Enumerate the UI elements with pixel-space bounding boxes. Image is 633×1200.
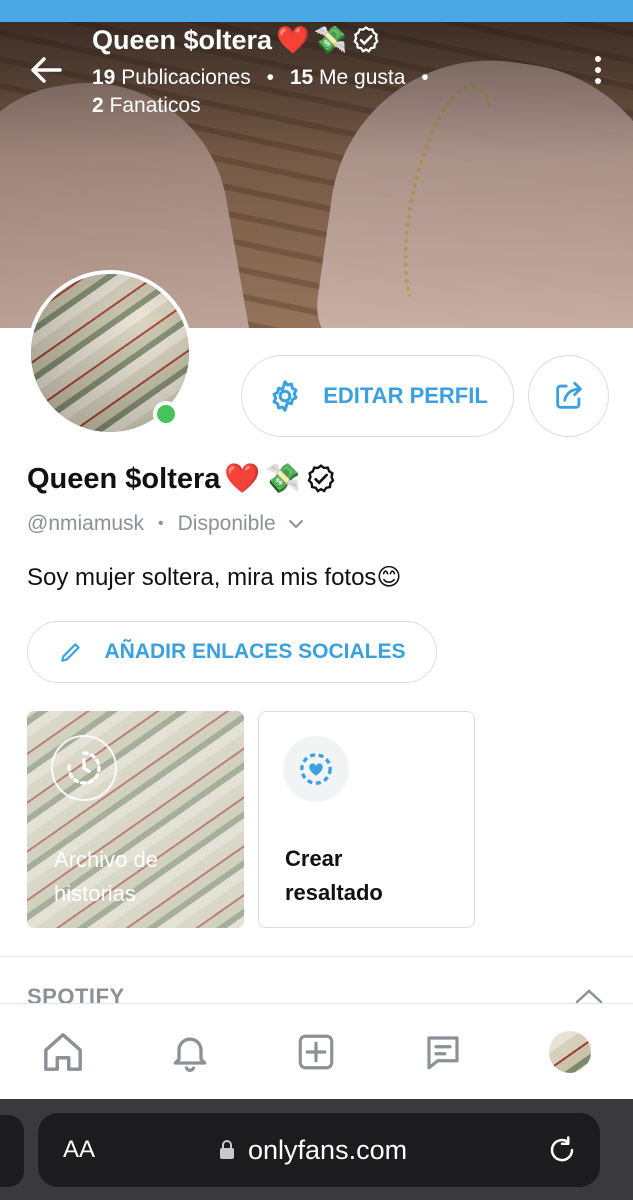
more-dots-icon — [595, 56, 601, 62]
pencil-icon — [61, 643, 81, 662]
highlight-heart-icon — [283, 736, 349, 802]
chevron-down-icon — [288, 520, 303, 529]
edit-profile-label: EDITAR PERFIL — [323, 383, 488, 408]
verified-badge-icon — [353, 26, 379, 53]
edit-profile-button[interactable]: EDITAR PERFIL — [241, 355, 514, 437]
header-name-text: Queen $oltera — [92, 24, 273, 55]
money-wings-emoji-icon: 💸 — [264, 463, 301, 495]
bio-text: Soy mujer soltera, mira mis fotos 😊 — [27, 563, 401, 592]
create-highlight-line2: resaltado — [285, 880, 383, 905]
bio-content: Soy mujer soltera, mira mis fotos — [27, 563, 377, 591]
url-text: onlyfans.com — [248, 1134, 408, 1165]
separator-dot: • — [266, 66, 274, 89]
section-divider — [0, 956, 633, 957]
create-highlight-label: Crear resaltado — [285, 842, 383, 910]
username-handle: @nmiamusk — [27, 512, 145, 535]
back-button[interactable] — [24, 52, 68, 88]
nav-add-post[interactable] — [284, 1020, 348, 1084]
header-name: Queen $oltera ❤️ 💸 — [92, 24, 439, 56]
browser-address-bar: AA onlyfans.com — [0, 1099, 633, 1200]
likes-label: Me gusta — [319, 66, 406, 89]
top-accent-strip — [0, 0, 633, 22]
availability-status: Disponible — [177, 512, 276, 535]
separator-dot: • — [421, 66, 429, 89]
text-size-button[interactable]: AA — [63, 1136, 95, 1164]
money-wings-emoji-icon: 💸 — [313, 25, 348, 55]
url-display[interactable]: onlyfans.com — [218, 1135, 407, 1166]
separator-dot: • — [158, 515, 164, 532]
heart-emoji-icon: ❤️ — [276, 25, 310, 55]
arrow-left-icon — [31, 57, 62, 83]
likes-count: 15 — [289, 66, 314, 89]
share-icon — [555, 381, 582, 409]
messages-icon — [427, 1035, 459, 1069]
stories-archive-card[interactable]: Archivo de historias — [27, 711, 244, 928]
profile-name-text: Queen $oltera — [27, 462, 221, 495]
lock-icon — [220, 1140, 234, 1159]
stories-archive-label: Archivo de historias — [54, 843, 158, 911]
stories-archive-line1: Archivo de — [54, 847, 158, 872]
reload-icon[interactable] — [547, 1135, 577, 1165]
history-clock-icon — [51, 735, 117, 801]
nav-profile[interactable] — [538, 1020, 602, 1084]
profile-name: Queen $oltera ❤️ 💸 — [27, 462, 337, 496]
more-options-button[interactable] — [584, 52, 612, 88]
handle-row: @nmiamusk • Disponible — [27, 512, 304, 536]
availability-dropdown[interactable]: Disponible — [178, 512, 304, 536]
stories-archive-line2: historias — [54, 881, 136, 906]
fans-label: Fanaticos — [109, 94, 201, 117]
create-highlight-line1: Crear — [285, 846, 343, 871]
heart-emoji-icon: ❤️ — [224, 463, 261, 495]
previous-tab[interactable] — [0, 1115, 24, 1187]
home-icon — [44, 1032, 83, 1071]
add-social-links-label: AÑADIR ENLACES SOCIALES — [104, 640, 406, 663]
add-post-icon — [299, 1034, 334, 1069]
posts-label: Publicaciones — [121, 66, 251, 89]
bell-icon — [173, 1037, 207, 1072]
online-status-dot — [153, 401, 179, 427]
nav-messages[interactable] — [411, 1020, 475, 1084]
add-social-links-button[interactable]: AÑADIR ENLACES SOCIALES — [27, 621, 437, 683]
posts-count: 19 — [92, 66, 116, 89]
nav-notifications[interactable] — [158, 1020, 222, 1084]
gear-icon — [272, 380, 298, 412]
verified-badge-icon — [307, 464, 335, 493]
url-pill[interactable]: AA onlyfans.com — [38, 1113, 600, 1187]
share-button[interactable] — [528, 355, 609, 437]
bottom-navigation — [0, 1003, 633, 1099]
smile-emoji-icon: 😊 — [376, 564, 402, 591]
header-info: Queen $oltera ❤️ 💸 19 Publicaciones • 15… — [92, 24, 439, 120]
fans-count: 2 — [92, 94, 104, 117]
create-highlight-card[interactable]: Crear resaltado — [258, 711, 475, 928]
profile-avatar — [548, 1030, 591, 1073]
nav-home[interactable] — [31, 1020, 95, 1084]
header-stats: 19 Publicaciones • 15 Me gusta • 2 Fanat… — [92, 64, 439, 120]
